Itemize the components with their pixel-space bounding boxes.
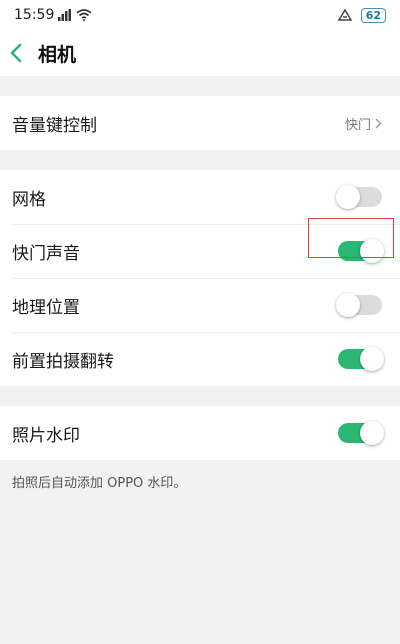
front-mirror-label: 前置拍摄翻转 [12, 351, 114, 372]
top-area: 15:59 62 相机 [0, 0, 400, 76]
wifi-icon [76, 9, 92, 21]
toggle-knob [336, 293, 360, 317]
volume-key-control-label: 音量键控制 [12, 115, 97, 136]
toggle-knob [360, 347, 384, 371]
battery-indicator: 62 [360, 7, 386, 23]
location-toggle[interactable] [336, 293, 382, 317]
page-title: 相机 [38, 43, 77, 66]
shutter-sound-toggle[interactable] [338, 239, 384, 263]
settings-group-watermark: 照片水印 [0, 406, 400, 460]
grid-label: 网格 [12, 189, 46, 210]
watermark-toggle[interactable] [338, 421, 384, 445]
front-mirror-toggle[interactable] [338, 347, 384, 371]
front-mirror-row: 前置拍摄翻转 [0, 332, 400, 386]
location-label: 地理位置 [12, 297, 80, 318]
chevron-left-icon [10, 43, 22, 63]
volume-key-control-value-text: 快门 [344, 117, 371, 133]
chevron-right-icon [375, 118, 382, 128]
watermark-description: 拍照后自动添加 OPPO 水印。 [12, 476, 187, 491]
status-time: 15:59 [14, 7, 55, 23]
volume-key-control-row[interactable]: 音量键控制 快门 [0, 96, 400, 150]
back-button[interactable] [10, 38, 32, 68]
section-gap [0, 386, 400, 406]
grid-row: 网格 [0, 170, 400, 224]
status-bar: 15:59 62 [0, 0, 400, 30]
status-left: 15:59 [14, 7, 92, 23]
toggle-knob [360, 421, 384, 445]
header: 相机 [0, 30, 400, 76]
settings-group-toggles: 网格 快门声音 地理位置 前置拍摄翻转 [0, 170, 400, 386]
shutter-sound-row: 快门声音 [0, 224, 400, 278]
watermark-row: 照片水印 [0, 406, 400, 460]
section-gap [0, 150, 400, 170]
grid-toggle[interactable] [336, 185, 382, 209]
shutter-sound-label: 快门声音 [12, 243, 80, 264]
toggle-knob [336, 185, 360, 209]
status-right: 62 [337, 7, 386, 23]
volume-key-control-value: 快门 [345, 114, 382, 133]
gesture-icon [337, 8, 353, 21]
section-gap [0, 76, 400, 96]
toggle-knob [360, 239, 384, 263]
location-row: 地理位置 [0, 278, 400, 332]
settings-group-volume: 音量键控制 快门 [0, 96, 400, 150]
watermark-label: 照片水印 [12, 425, 80, 446]
signal-icon [58, 9, 72, 21]
